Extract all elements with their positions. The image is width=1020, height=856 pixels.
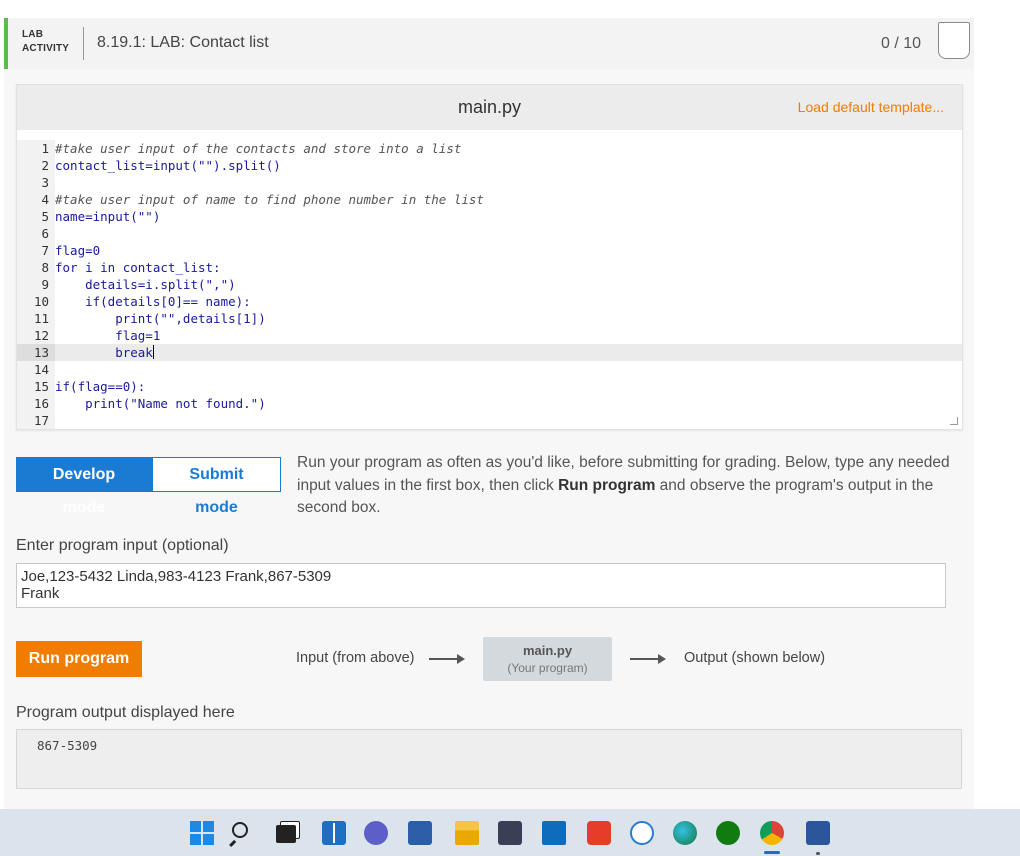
program-box-sub: (Your program) [507, 661, 588, 675]
code-text: details=i.split(",") [55, 277, 236, 292]
code-line[interactable]: 6 [17, 225, 962, 242]
code-text: print("",details[1]) [55, 311, 266, 326]
resize-grip-icon[interactable] [950, 417, 958, 425]
run-program-button[interactable]: Run program [16, 641, 142, 677]
word-icon[interactable] [806, 821, 830, 845]
line-number: 10 [17, 293, 55, 310]
tag-line-2: ACTIVITY [22, 43, 70, 54]
program-output-box: 867-5309 [16, 729, 962, 789]
code-line[interactable]: 13 break [17, 344, 962, 361]
submit-mode-button[interactable]: Submit mode [152, 457, 281, 516]
arrow-right-icon [630, 654, 666, 664]
line-number: 5 [17, 208, 55, 225]
code-line[interactable]: 10 if(details[0]== name): [17, 293, 962, 310]
tag-line-1: LAB [22, 29, 44, 40]
code-text: break [55, 345, 153, 360]
code-line[interactable]: 9 details=i.split(",") [17, 276, 962, 293]
code-line[interactable]: 17 [17, 412, 962, 429]
code-line[interactable]: 15 if(flag==0): [17, 378, 962, 395]
line-number: 17 [17, 412, 55, 429]
arrow-right-icon [429, 654, 465, 664]
develop-mode-button[interactable]: Develop mode [16, 457, 152, 516]
line-number: 7 [17, 242, 55, 259]
code-line[interactable]: 16 print("Name not found.") [17, 395, 962, 412]
line-number: 9 [17, 276, 55, 293]
code-text: if(details[0]== name): [55, 294, 251, 309]
text-cursor [152, 345, 155, 359]
code-line[interactable]: 7 flag=0 [17, 242, 962, 259]
flow-input-label: Input (from above) [296, 650, 415, 666]
code-line[interactable]: 8 for i in contact_list: [17, 259, 962, 276]
instructions-bold: Run program [558, 476, 656, 494]
line-number: 4 [17, 191, 55, 208]
lab-activity-tag: LAB ACTIVITY [22, 28, 69, 56]
code-line[interactable]: 1 #take user input of the contacts and st… [17, 140, 962, 157]
code-line[interactable]: 12 flag=1 [17, 327, 962, 344]
score-badge-icon [938, 22, 970, 59]
line-number: 2 [17, 157, 55, 174]
line-number: 11 [17, 310, 55, 327]
mode-toggle: Develop mode Submit mode [16, 457, 281, 516]
line-number: 6 [17, 225, 55, 242]
file-explorer-icon[interactable] [455, 821, 479, 845]
widgets-icon[interactable] [322, 821, 346, 845]
code-line[interactable]: 3 [17, 174, 962, 191]
line-number: 12 [17, 327, 55, 344]
line-number: 16 [17, 395, 55, 412]
line-number: 13 [17, 344, 55, 361]
code-line[interactable]: 4 #take user input of name to find phone … [17, 191, 962, 208]
load-default-template-link[interactable]: Load default template... [798, 99, 944, 115]
code-editor[interactable]: main.py Load default template... 1 #take … [16, 84, 963, 430]
running-app-indicator [816, 852, 820, 855]
lab-title: 8.19.1: LAB: Contact list [97, 34, 269, 51]
instructions-text: Run your program as often as you'd like,… [297, 452, 962, 520]
search-icon[interactable] [232, 822, 248, 838]
program-output-label: Program output displayed here [16, 704, 235, 721]
lab-header: LAB ACTIVITY 8.19.1: LAB: Contact list 0… [4, 18, 974, 69]
line-number: 15 [17, 378, 55, 395]
code-area[interactable]: 1 #take user input of the contacts and st… [17, 140, 962, 429]
program-box-name: main.py [522, 643, 573, 658]
page: LAB ACTIVITY 8.19.1: LAB: Contact list 0… [0, 0, 1020, 856]
edge-icon[interactable] [673, 821, 697, 845]
code-line[interactable]: 5 name=input("") [17, 208, 962, 225]
active-app-indicator [764, 851, 780, 854]
code-text: if(flag==0): [55, 379, 146, 394]
code-text: contact_list=input("").split() [55, 158, 281, 173]
mail-icon[interactable] [542, 821, 566, 845]
code-line[interactable]: 14 [17, 361, 962, 378]
code-text: flag=0 [55, 243, 101, 258]
xbox-icon[interactable] [716, 821, 740, 845]
search-handle [229, 839, 236, 847]
program-input-label: Enter program input (optional) [16, 537, 229, 554]
program-input-field[interactable]: Joe,123-5432 Linda,983-4123 Frank,867-53… [16, 563, 946, 608]
editor-app-icon[interactable] [408, 821, 432, 845]
code-text: for i in contact_list: [55, 260, 221, 275]
line-number: 1 [17, 140, 55, 157]
header-divider [83, 27, 84, 60]
line-number: 8 [17, 259, 55, 276]
score-text: 0 / 10 [881, 35, 922, 52]
code-text: flag=1 [55, 328, 161, 343]
flow-output-label: Output (shown below) [684, 650, 826, 666]
office-icon[interactable] [587, 821, 611, 845]
chrome-icon[interactable] [760, 821, 784, 845]
store-icon[interactable] [498, 821, 522, 845]
code-text: print("Name not found.") [55, 396, 266, 411]
line-number: 14 [17, 361, 55, 378]
code-line[interactable]: 2 contact_list=input("").split() [17, 157, 962, 174]
windows-start-icon[interactable] [190, 821, 214, 845]
taskbar [0, 809, 1020, 856]
program-box: main.py (Your program) [483, 637, 612, 681]
maps-icon[interactable] [630, 821, 654, 845]
task-view-icon[interactable] [276, 825, 296, 843]
code-text: #take user input of name to find phone n… [55, 192, 484, 207]
line-number: 3 [17, 174, 55, 191]
code-text: #take user input of the contacts and sto… [55, 141, 462, 156]
code-line[interactable]: 11 print("",details[1]) [17, 310, 962, 327]
editor-bar: main.py Load default template... [17, 85, 962, 130]
code-text: name=input("") [55, 209, 161, 224]
chat-icon[interactable] [364, 821, 388, 845]
